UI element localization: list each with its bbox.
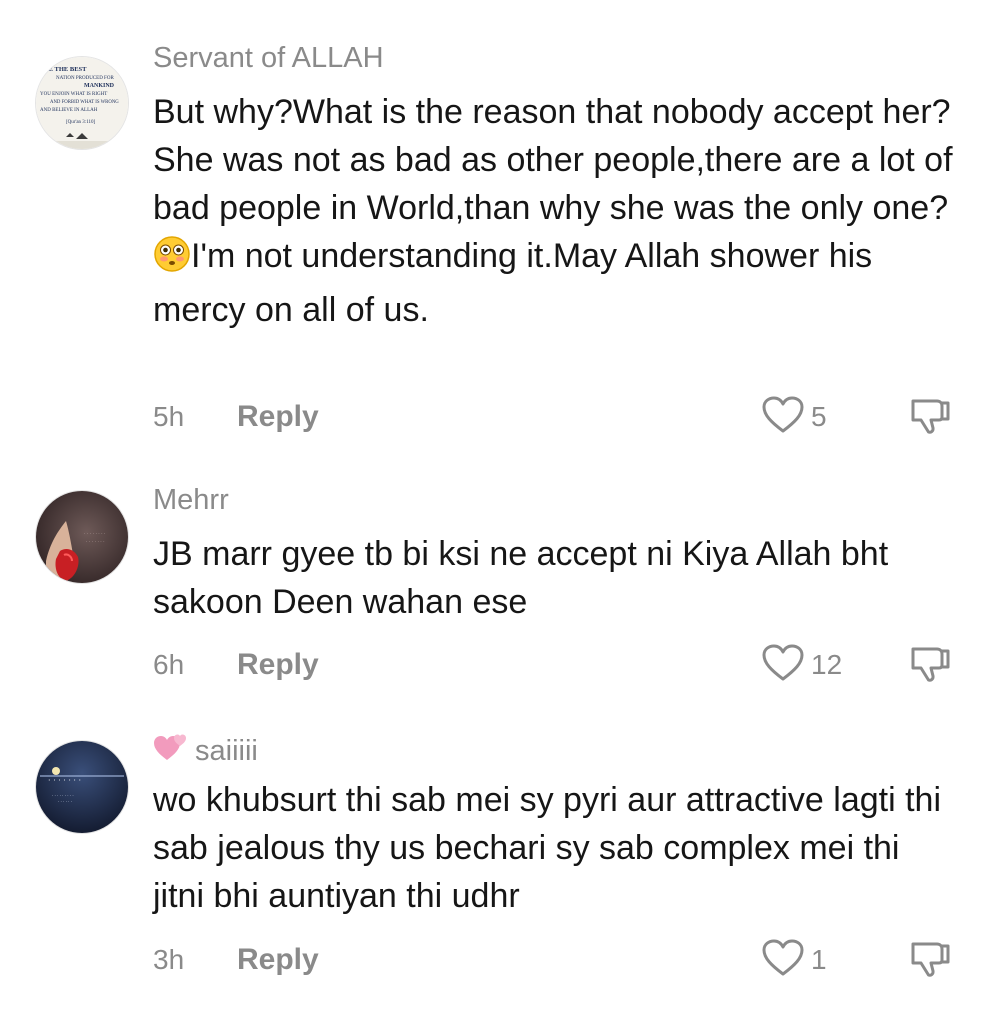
dislike-button[interactable] — [907, 397, 953, 437]
like-button[interactable]: 12 — [761, 643, 843, 688]
comment-text-part: But why?What is the reason that nobody a… — [153, 93, 953, 227]
reply-button[interactable]: Reply — [237, 645, 319, 685]
thumbs-down-icon — [907, 395, 953, 440]
dislike-button[interactable] — [907, 645, 953, 685]
comment-time: 5h — [153, 401, 185, 432]
like-button[interactable]: 5 — [761, 395, 827, 440]
thumbs-down-icon — [907, 938, 953, 983]
svg-text:NATION PRODUCED FOR: NATION PRODUCED FOR — [56, 76, 114, 81]
heart-icon — [761, 395, 805, 440]
svg-text:[Qur'an 3:110]: [Qur'an 3:110] — [66, 120, 96, 125]
svg-text:· · · · · · ·: · · · · · · · — [48, 776, 81, 785]
reply-button[interactable]: Reply — [237, 397, 319, 437]
comment-text: wo khubsurt thi sab mei sy pyri aur attr… — [153, 781, 941, 915]
comment-text: JB marr gyee tb bi ksi ne accept ni Kiya… — [153, 535, 889, 621]
avatar[interactable]: · · · · · · · · · · · · · · · · · · · · … — [35, 740, 129, 834]
heart-icon — [761, 643, 805, 688]
svg-text:RE THE BEST: RE THE BEST — [44, 66, 87, 73]
dislike-button[interactable] — [907, 940, 953, 980]
two-hearts-icon — [153, 730, 191, 772]
avatar-image: RE THE BEST NATION PRODUCED FOR MANKIND … — [36, 57, 128, 149]
svg-text:AND FORBID WHAT IS WRONG: AND FORBID WHAT IS WRONG — [50, 100, 119, 105]
avatar-image: · · · · · · · · · · · · · · · — [36, 491, 128, 583]
reply-button[interactable]: Reply — [237, 940, 319, 980]
flushed-face-icon — [153, 235, 191, 286]
comment-text: But why?What is the reason that nobody a… — [153, 88, 953, 334]
comment-time: 3h — [153, 944, 185, 975]
comment-username[interactable]: Mehrr — [153, 484, 229, 517]
like-count: 12 — [811, 649, 843, 680]
svg-text:YOU ENJOIN WHAT IS RIGHT: YOU ENJOIN WHAT IS RIGHT — [40, 92, 107, 97]
svg-text:· · · · · · · ·: · · · · · · · · — [84, 532, 105, 537]
like-button[interactable]: 1 — [761, 938, 827, 983]
svg-text:MANKIND: MANKIND — [84, 83, 115, 89]
comment-meta: 6h Reply 12 — [153, 643, 963, 688]
comment-meta: 3h Reply 1 — [153, 938, 963, 983]
thumbs-down-icon — [907, 643, 953, 688]
comment-meta: 5h Reply 5 — [153, 395, 963, 440]
comment-time: 6h — [153, 649, 185, 680]
like-count: 1 — [811, 944, 827, 975]
heart-icon — [761, 938, 805, 983]
like-count: 5 — [811, 401, 827, 432]
avatar[interactable]: RE THE BEST NATION PRODUCED FOR MANKIND … — [35, 56, 129, 150]
svg-text:· · · · · ·: · · · · · · — [58, 799, 72, 804]
avatar[interactable]: · · · · · · · · · · · · · · · — [35, 490, 129, 584]
svg-text:· · · · · · · · ·: · · · · · · · · · — [52, 793, 74, 798]
svg-text:AND BELIEVE IN ALLAH: AND BELIEVE IN ALLAH — [40, 108, 98, 113]
comment-text-part: I'm not understanding it.May Allah showe… — [153, 237, 873, 329]
comment-username[interactable]: saiiiii — [153, 730, 258, 772]
comment-username[interactable]: Servant of ALLAH — [153, 42, 384, 75]
comment-username-text: saiiiii — [195, 734, 258, 767]
svg-text:· · · · · · ·: · · · · · · · — [86, 540, 105, 545]
avatar-image: · · · · · · · · · · · · · · · · · · · · … — [36, 741, 128, 833]
